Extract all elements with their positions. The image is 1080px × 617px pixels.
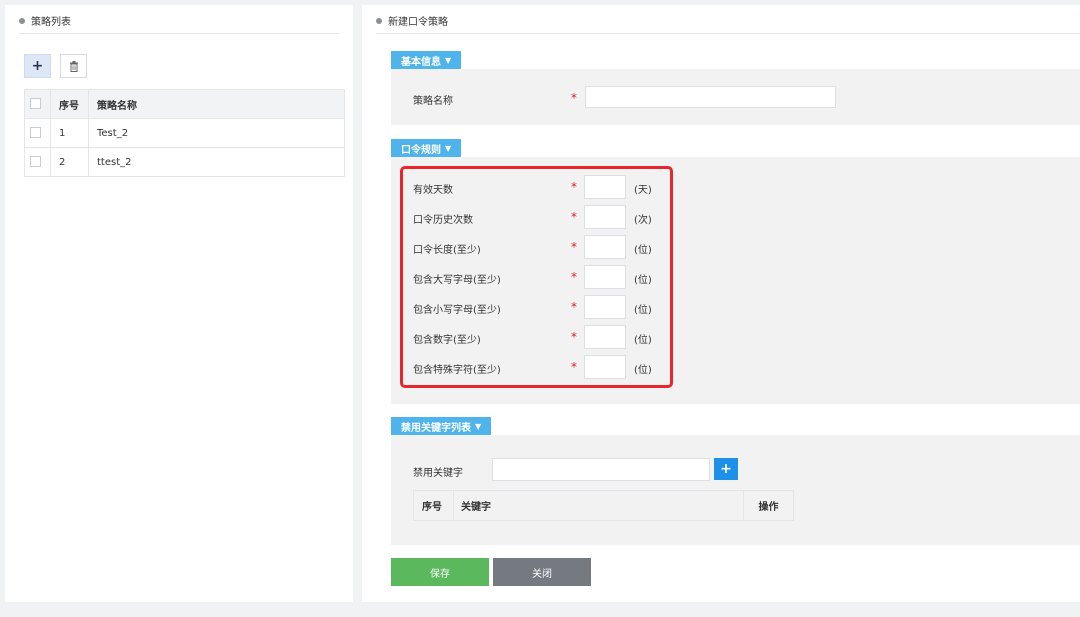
bullet-icon <box>19 17 25 24</box>
highlight-box <box>400 166 673 388</box>
row-checkbox[interactable] <box>30 156 41 168</box>
banned-keyword-label: 禁用关键字 <box>413 468 463 479</box>
caret-down-icon: ▼ <box>445 143 452 153</box>
row-no: 1 <box>50 118 89 148</box>
password-rules-toggle[interactable]: 口令规则 ▼ <box>391 139 462 157</box>
kw-header-op: 操作 <box>758 502 779 513</box>
row-policy-name: ttest_2 <box>88 147 345 177</box>
banned-keyword-input[interactable] <box>492 458 710 481</box>
header-policy-name: 策略名称 <box>88 89 345 119</box>
new-policy-panel: 新建口令策略 基本信息 ▼ 策略名称 * 口令规则 ▼ 有效天数 * (天) 口… <box>362 5 1080 602</box>
plus-icon: + <box>720 461 732 477</box>
banned-keywords-toggle[interactable]: 禁用关键字列表 ▼ <box>391 417 492 435</box>
row-policy-name: Test_2 <box>88 118 345 148</box>
basic-info-toggle[interactable]: 基本信息 ▼ <box>391 51 462 69</box>
select-all-checkbox[interactable] <box>30 98 41 110</box>
new-policy-title-text: 新建口令策略 <box>388 17 448 28</box>
kw-header-no: 序号 <box>414 491 454 520</box>
table-row[interactable]: 2 ttest_2 <box>24 147 345 177</box>
password-rules-tag-text: 口令规则 <box>401 144 441 156</box>
delete-policy-button[interactable] <box>60 54 87 78</box>
new-policy-title: 新建口令策略 <box>376 13 448 28</box>
keyword-table-header: 序号 关键字 操作 <box>413 490 794 521</box>
close-button[interactable]: 关闭 <box>493 558 591 586</box>
row-no: 2 <box>50 147 89 177</box>
policy-name-label: 策略名称 <box>413 96 453 107</box>
save-button[interactable]: 保存 <box>391 558 489 586</box>
select-all-cell <box>24 89 51 119</box>
trash-icon <box>69 60 78 72</box>
kw-header-keyword: 关键字 <box>454 491 744 520</box>
caret-down-icon: ▼ <box>445 55 452 65</box>
row-check-cell <box>24 147 51 177</box>
row-check-cell <box>24 118 51 148</box>
required-mark: * <box>571 91 577 105</box>
title-divider <box>376 33 1080 34</box>
basic-info-tag-text: 基本信息 <box>401 56 441 68</box>
policy-list-title: 策略列表 <box>19 13 71 28</box>
table-row[interactable]: 1 Test_2 <box>24 118 345 148</box>
policy-table-header: 序号 策略名称 <box>24 89 345 119</box>
policy-list-panel: 策略列表 + 序号 策略名称 1 Test_2 2 ttest_2 <box>5 5 353 602</box>
plus-icon: + <box>31 58 44 74</box>
policy-list-title-text: 策略列表 <box>31 17 71 28</box>
policy-name-input[interactable] <box>585 86 836 108</box>
banned-keywords-tag-text: 禁用关键字列表 <box>401 422 471 434</box>
row-checkbox[interactable] <box>30 127 41 139</box>
header-no: 序号 <box>50 89 89 119</box>
add-keyword-button[interactable]: + <box>714 458 738 480</box>
caret-down-icon: ▼ <box>475 421 482 431</box>
title-divider <box>19 33 339 34</box>
bullet-icon <box>376 17 382 24</box>
policy-table: 序号 策略名称 1 Test_2 2 ttest_2 <box>24 89 345 177</box>
add-policy-button[interactable]: + <box>24 54 51 78</box>
